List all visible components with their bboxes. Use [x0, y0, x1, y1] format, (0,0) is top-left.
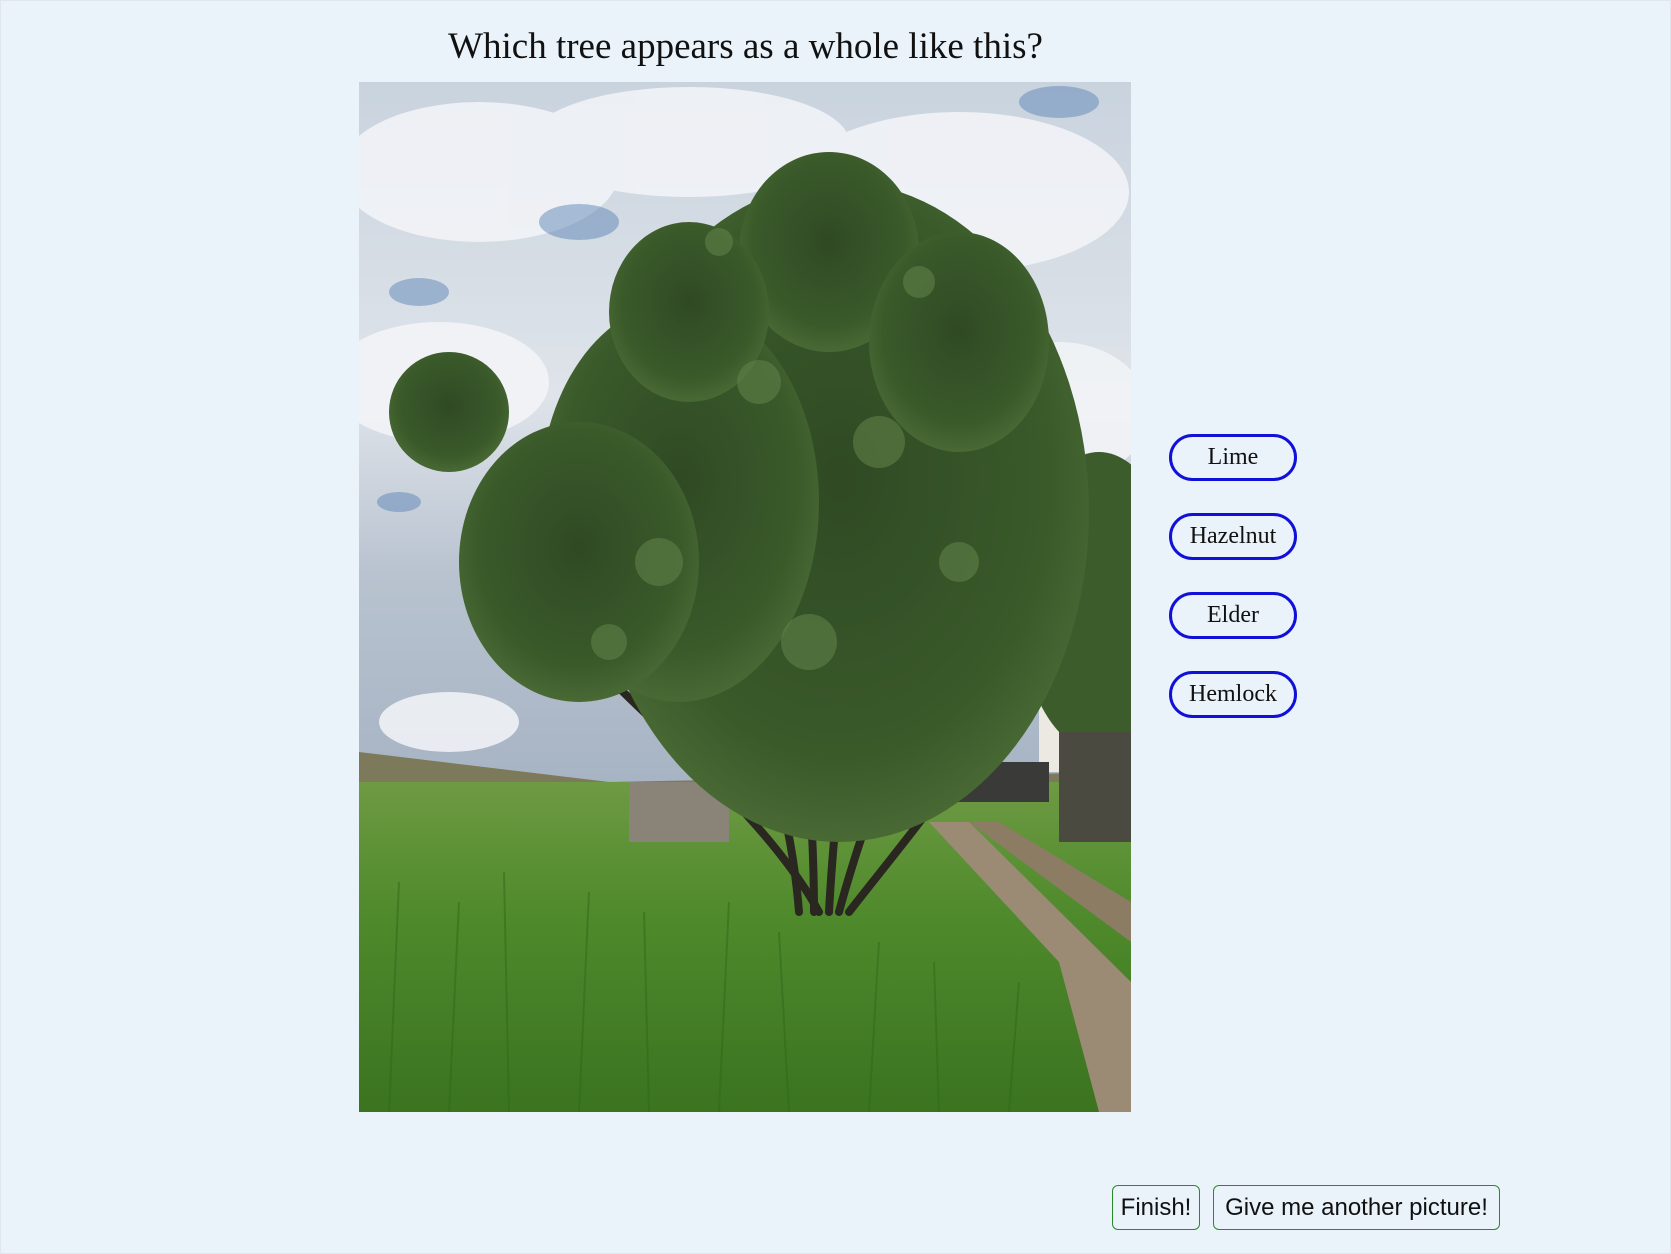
answer-options: Lime Hazelnut Elder Hemlock — [1169, 434, 1297, 750]
question-title: Which tree appears as a whole like this? — [448, 26, 1043, 67]
another-picture-button[interactable]: Give me another picture! — [1213, 1185, 1500, 1230]
answer-button-hazelnut[interactable]: Hazelnut — [1169, 513, 1297, 560]
answer-button-elder[interactable]: Elder — [1169, 592, 1297, 639]
tree-photo — [359, 82, 1131, 1112]
answer-button-lime[interactable]: Lime — [1169, 434, 1297, 481]
finish-button[interactable]: Finish! — [1112, 1185, 1200, 1230]
answer-button-hemlock[interactable]: Hemlock — [1169, 671, 1297, 718]
